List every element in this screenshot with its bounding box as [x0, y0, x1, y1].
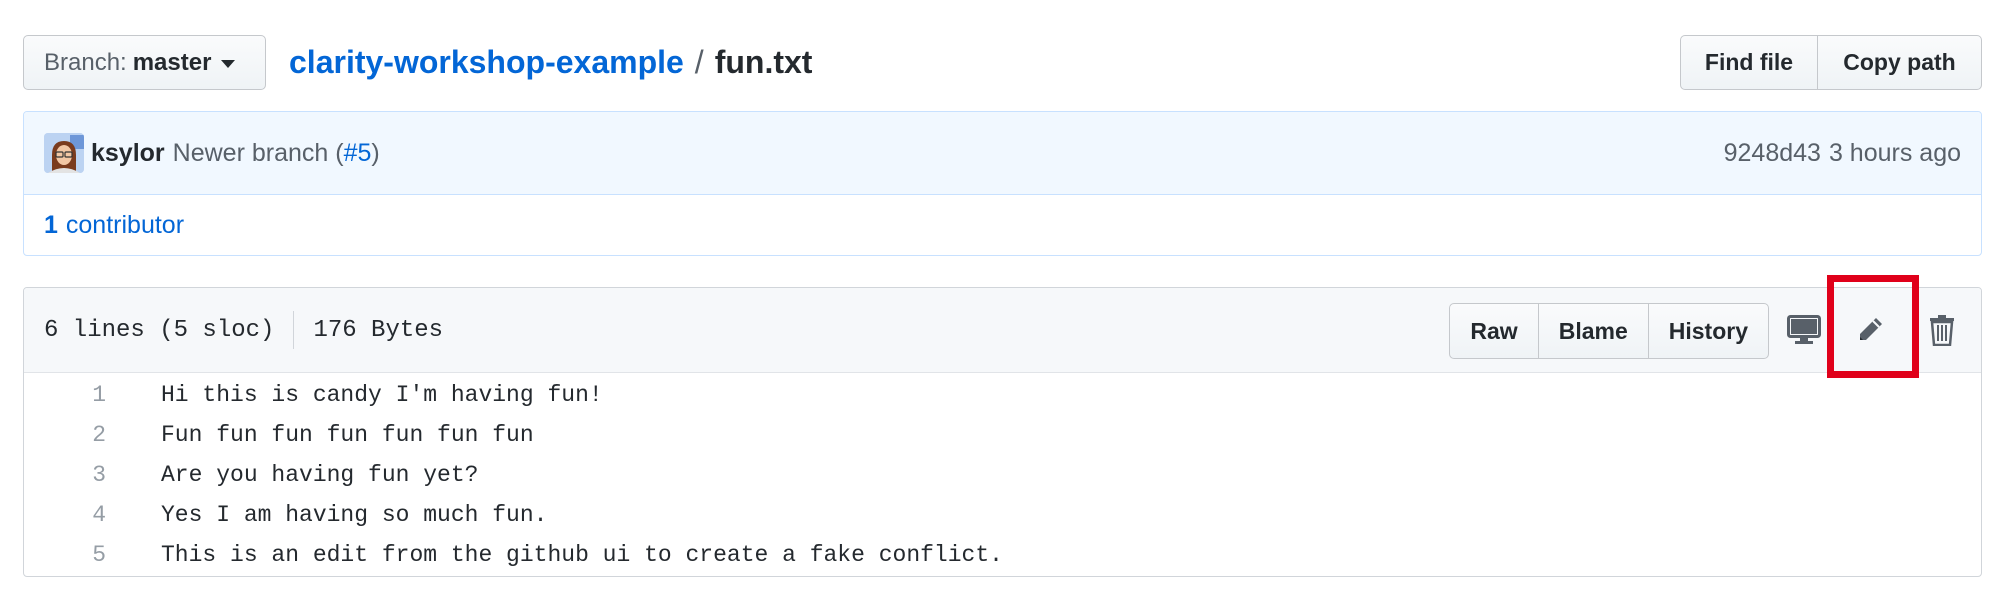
line-number[interactable]: 2: [24, 422, 128, 448]
latest-commit-row: ksylor Newer branch (#5) 9248d43 3 hours …: [24, 112, 1981, 195]
file-box: 6 lines (5 sloc) 176 Bytes Raw Blame His…: [23, 287, 1982, 577]
desktop-icon[interactable]: [1782, 308, 1826, 352]
contributor-label: contributor: [65, 211, 185, 239]
find-file-button[interactable]: Find file: [1681, 36, 1817, 89]
code-line: 3 Are you having fun yet?: [24, 455, 1981, 495]
breadcrumb-separator: /: [694, 43, 704, 80]
file-line-count: 6 lines (5 sloc): [44, 316, 275, 344]
file-name: fun.txt: [714, 43, 813, 80]
line-content: Hi this is candy I'm having fun!: [161, 382, 603, 408]
line-number[interactable]: 1: [24, 382, 128, 408]
trash-icon[interactable]: [1920, 308, 1964, 352]
caret-down-icon: [221, 59, 236, 68]
file-view-buttons: Raw Blame History: [1449, 303, 1769, 359]
copy-path-button[interactable]: Copy path: [1817, 36, 1981, 89]
commit-sha-link[interactable]: 9248d43: [1724, 139, 1821, 167]
line-number[interactable]: 4: [24, 502, 128, 528]
contributors-row[interactable]: 1 contributor: [24, 195, 1981, 255]
contributor-count: 1: [44, 211, 58, 239]
commit-tease: ksylor Newer branch (#5) 9248d43 3 hours …: [23, 111, 1982, 256]
file-header: 6 lines (5 sloc) 176 Bytes Raw Blame His…: [24, 288, 1981, 373]
line-number[interactable]: 3: [24, 462, 128, 488]
code-line: 5 This is an edit from the github ui to …: [24, 535, 1981, 575]
commit-message[interactable]: Newer branch (#5): [173, 139, 380, 168]
file-info-divider: [293, 311, 295, 349]
code-line: 1 Hi this is candy I'm having fun!: [24, 375, 1981, 415]
file-size: 176 Bytes: [313, 316, 444, 344]
raw-button[interactable]: Raw: [1450, 304, 1537, 358]
commit-message-text: Newer branch (: [172, 138, 344, 167]
code-line: 4 Yes I am having so much fun.: [24, 495, 1981, 535]
branch-name: master: [132, 48, 212, 76]
line-content: This is an edit from the github ui to cr…: [161, 542, 1003, 568]
code-table: 1 Hi this is candy I'm having fun! 2 Fun…: [24, 373, 1981, 575]
pull-request-link[interactable]: #5: [344, 139, 372, 167]
avatar[interactable]: [44, 133, 84, 173]
commit-message-suffix: ): [371, 138, 380, 167]
line-number[interactable]: 5: [24, 542, 128, 568]
pencil-icon[interactable]: [1848, 308, 1892, 352]
repo-link[interactable]: clarity-workshop-example: [289, 44, 684, 81]
commit-time: 3 hours ago: [1828, 138, 1961, 167]
line-content: Fun fun fun fun fun fun fun: [161, 422, 534, 448]
avatar-image: [44, 133, 84, 173]
file-view-page: Branch: master clarity-workshop-example …: [0, 0, 2008, 616]
branch-label: Branch:: [44, 48, 127, 76]
breadcrumb: clarity-workshop-example / fun.txt: [289, 38, 812, 86]
branch-select-button[interactable]: Branch: master: [23, 35, 266, 90]
file-navigation-buttons: Find file Copy path: [1680, 35, 1982, 90]
history-button[interactable]: History: [1647, 304, 1768, 358]
line-content: Are you having fun yet?: [161, 462, 479, 488]
code-line: 2 Fun fun fun fun fun fun fun: [24, 415, 1981, 455]
line-content: Yes I am having so much fun.: [161, 502, 548, 528]
blame-button[interactable]: Blame: [1537, 304, 1648, 358]
commit-meta: 9248d43 3 hours ago: [1724, 139, 1961, 168]
commit-author-link[interactable]: ksylor: [91, 139, 165, 168]
